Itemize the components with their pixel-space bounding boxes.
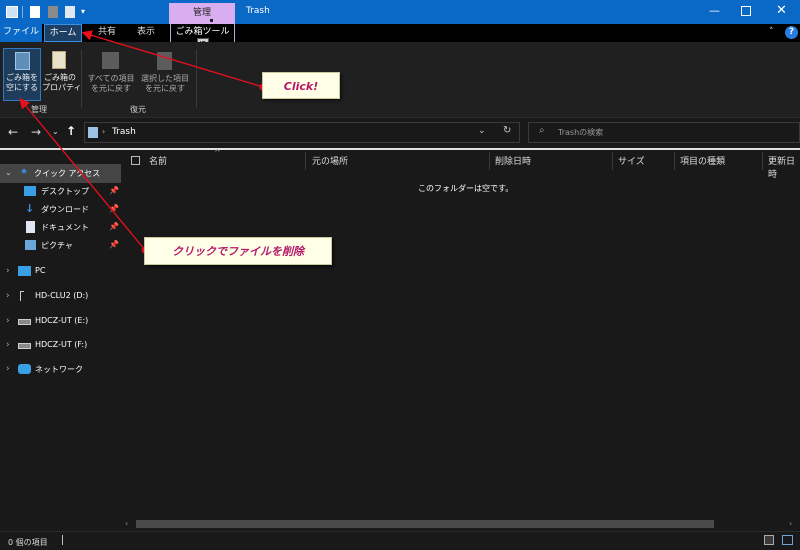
- annotation-arrows: [19, 30, 267, 254]
- callout-delete: クリックでファイルを削除: [144, 237, 332, 265]
- callout-click: Click!: [262, 72, 340, 99]
- arrow-to-empty-button: [19, 97, 146, 251]
- arrow-to-home-tab: [81, 30, 264, 88]
